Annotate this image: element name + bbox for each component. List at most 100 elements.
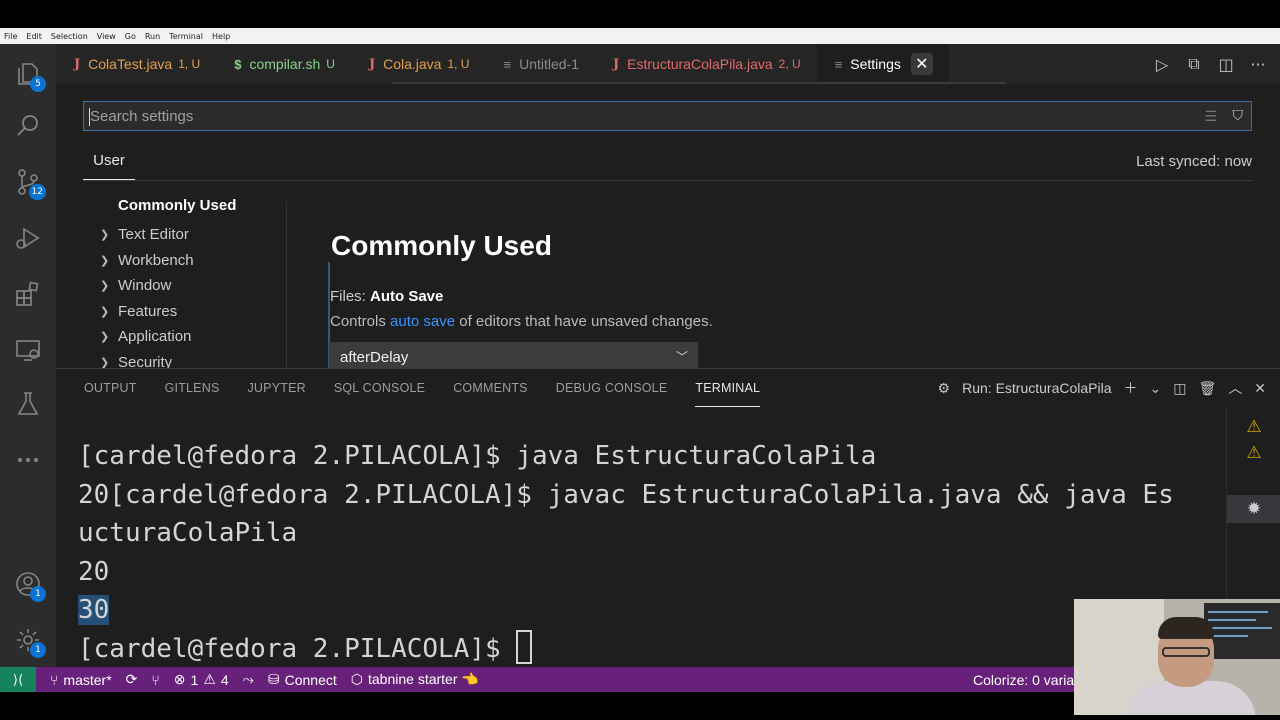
debug-terminal-icon[interactable]: ✹ [1227, 495, 1280, 523]
tab-cola-java[interactable]: J Cola.java 1, U [351, 44, 486, 84]
toc-window[interactable]: ❯ Window [100, 273, 290, 299]
webcam-overlay [1074, 599, 1280, 715]
java-file-icon: J [613, 56, 620, 72]
gitlens-graph-button[interactable]: ⑂ [151, 672, 159, 688]
manage-badge: 1 [30, 642, 46, 658]
run-icon[interactable]: ▷ [1152, 55, 1172, 74]
toc-workbench[interactable]: ❯ Workbench [100, 248, 290, 274]
extensions-icon[interactable] [12, 278, 44, 310]
testing-icon[interactable] [12, 388, 44, 420]
toc-divider [286, 201, 287, 369]
split-editor-icon[interactable]: ◫ [1216, 55, 1236, 74]
tabnine-icon: ⬡ [350, 671, 363, 687]
accounts-badge: 1 [30, 586, 46, 602]
tab-sql-console[interactable]: SQL CONSOLE [334, 369, 425, 407]
colorize-status[interactable]: Colorize: 0 varia [973, 667, 1074, 692]
terminal-output[interactable]: [cardel@fedora 2.PILACOLA]$ java Estruct… [78, 437, 1228, 669]
tab-label: Cola.java [383, 56, 442, 72]
menu-go[interactable]: Go [125, 32, 136, 41]
tab-settings[interactable]: ≡ Settings ✕ [816, 44, 949, 84]
tab-colatest-java[interactable]: J ColaTest.java 1, U [56, 44, 216, 84]
problems-indicator[interactable]: ⊗ 1 ⚠ 4 [174, 671, 229, 688]
branch-name: master* [63, 671, 112, 688]
maximize-panel-icon[interactable]: ︿ [1228, 378, 1242, 398]
tab-status: 1, U [178, 57, 201, 71]
terminal-instance-label[interactable]: Run: EstructuraColaPila [962, 380, 1111, 396]
open-settings-json-icon[interactable]: ⧉ [1184, 54, 1204, 74]
more-icon[interactable] [12, 444, 44, 476]
remote-indicator-icon[interactable]: ⟩⟨ [0, 667, 36, 692]
dropdown-value: afterDelay [340, 348, 409, 366]
chevron-down-icon[interactable]: ⌄ [1150, 380, 1162, 397]
terminal-line: 20 [78, 556, 110, 587]
remote-explorer-icon[interactable] [12, 334, 44, 366]
toc-features[interactable]: ❯ Features [100, 299, 290, 325]
explorer-badge: 5 [30, 76, 46, 92]
desc-text: of editors that have unsaved changes. [455, 313, 713, 330]
terminal-line-selected: 30 [78, 595, 110, 626]
auto-save-link[interactable]: auto save [390, 313, 455, 330]
webcam-monitor [1204, 603, 1280, 659]
connect-button[interactable]: ⛁ Connect [268, 671, 337, 688]
run-debug-icon[interactable] [12, 222, 44, 254]
tab-status: 1, U [447, 57, 470, 71]
terminal-line: 20[cardel@fedora 2.PILACOLA]$ javac Estr… [78, 479, 1174, 510]
clear-filter-icon[interactable]: ☰ [1204, 109, 1217, 125]
tab-status: U [326, 57, 335, 71]
menu-file[interactable]: File [4, 32, 17, 41]
java-file-icon: J [368, 56, 376, 72]
warning-count: 4 [220, 671, 229, 688]
manage-gear-icon[interactable]: 1 [12, 624, 46, 658]
toc-text-editor[interactable]: ❯ Text Editor [100, 222, 290, 248]
tab-jupyter[interactable]: JUPYTER [247, 369, 305, 407]
live-share-button[interactable]: ⤳ [243, 671, 254, 688]
menu-help[interactable]: Help [212, 32, 230, 41]
warning-icon: ⚠ [203, 671, 216, 687]
menu-view[interactable]: View [97, 32, 116, 41]
git-branch[interactable]: ⑂ master* [50, 672, 112, 688]
close-icon[interactable]: ✕ [910, 53, 933, 75]
connect-label: Connect [284, 671, 337, 688]
settings-toc: Commonly Used ❯ Text Editor ❯ Workbench ❯ W… [100, 197, 290, 375]
editor-tab-bar: J ColaTest.java 1, U $ compilar.sh U J C… [56, 44, 1280, 84]
tab-terminal[interactable]: TERMINAL [695, 369, 761, 407]
tab-estructuracolapila-java[interactable]: J EstructuraColaPila.java 2, U [595, 44, 817, 84]
sync-button[interactable]: ⟳ [126, 671, 138, 688]
filter-icon[interactable]: ⛉ [1233, 108, 1244, 124]
terminal-line: ucturaColaPila [78, 518, 298, 549]
tab-untitled-1[interactable]: ≡ Untitled-1 [485, 44, 595, 84]
scope-tab-user[interactable]: User [83, 148, 135, 180]
tabnine-button[interactable]: ⬡ tabnine starter 👈 [351, 671, 479, 688]
menu-selection[interactable]: Selection [51, 32, 88, 41]
accounts-icon[interactable]: 1 [12, 568, 46, 602]
settings-editor: ☰ ⛉ User Last synced: now Commonly Used … [56, 84, 1280, 372]
webcam-person-glasses [1162, 647, 1210, 657]
tab-debug-console[interactable]: DEBUG CONSOLE [556, 369, 668, 407]
split-terminal-icon[interactable]: ◫ [1173, 380, 1186, 397]
section-title: Commonly Used [331, 230, 552, 261]
warning-icon[interactable]: ⚠ [1243, 443, 1265, 465]
search-settings-input[interactable] [90, 107, 1180, 125]
menu-run[interactable]: Run [145, 32, 160, 41]
more-actions-icon[interactable]: ··· [1248, 55, 1268, 74]
search-icon[interactable] [12, 110, 44, 142]
trash-icon[interactable]: 🗑 [1198, 380, 1216, 397]
menu-terminal[interactable]: Terminal [169, 32, 203, 41]
menu-edit[interactable]: Edit [26, 32, 42, 41]
warning-icon[interactable]: ⚠ [1243, 417, 1265, 439]
tab-output[interactable]: OUTPUT [84, 369, 137, 407]
source-control-icon[interactable]: 12 [12, 166, 46, 200]
tab-gitlens[interactable]: GITLENS [165, 369, 220, 407]
explorer-icon[interactable]: 5 [12, 58, 46, 92]
toc-commonly-used[interactable]: Commonly Used [118, 197, 290, 222]
new-terminal-icon[interactable]: ＋ [1124, 378, 1138, 398]
divider [83, 180, 1252, 181]
tab-compilar-sh[interactable]: $ compilar.sh U [216, 44, 351, 84]
shell-file-icon: $ [234, 56, 242, 72]
tab-comments[interactable]: COMMENTS [453, 369, 528, 407]
debug-bug-icon: ⚙ [937, 379, 951, 396]
close-panel-icon[interactable]: ✕ [1254, 380, 1266, 397]
toc-application[interactable]: ❯ Application [100, 324, 290, 350]
toc-label: Application [118, 328, 192, 346]
chevron-right-icon: ❯ [100, 280, 110, 293]
